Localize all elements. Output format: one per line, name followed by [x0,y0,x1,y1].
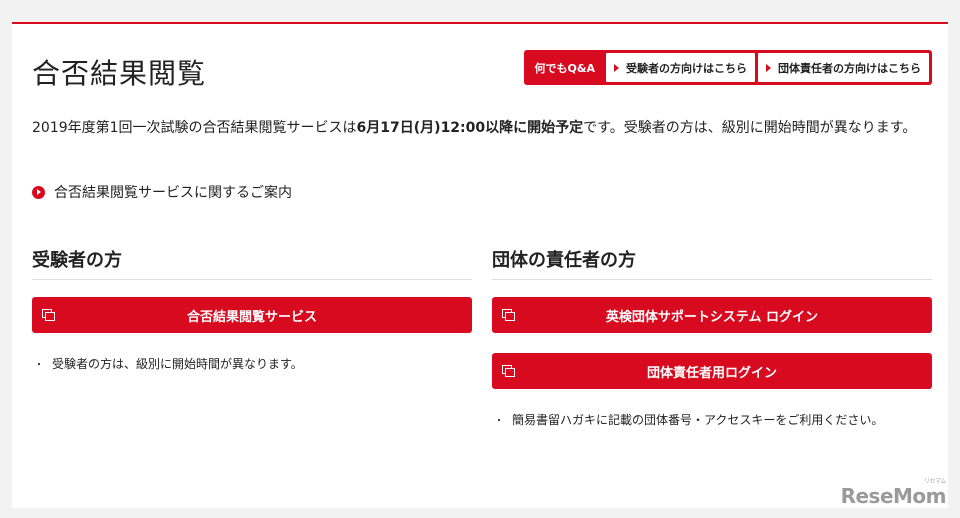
examinee-note-text: 受験者の方は、級別に開始時間が異なります。 [52,357,303,371]
group-leader-login-label: 団体責任者用ログイン [646,365,777,381]
group-link-label: 団体責任者の方向けはこちら [778,61,921,75]
content-panel: 合否結果閲覧 何でもQ&A 受験者の方向けはこちら 団体責任者の方向けはこちら … [12,22,948,508]
group-link[interactable]: 団体責任者の方向けはこちら [758,53,929,82]
intro-part1: 2019年度第1回一次試験の合否結果閲覧サービスは [32,120,357,136]
group-heading: 団体の責任者の方 [492,246,932,280]
triangle-arrow-icon [766,63,771,72]
resemom-logo-text: ReseMom [840,484,947,508]
intro-part2: です。受験者の方は、級別に開始時間が異なります。 [583,120,917,136]
resemom-logo: リセマム ReseMom [840,478,947,508]
intro-date: 6月17日(月)12:00以降に開始予定 [356,120,584,136]
circle-arrow-icon [32,185,45,199]
support-system-login-button[interactable]: 英検団体サポートシステム ログイン [492,297,932,333]
qa-link[interactable]: 何でもQ&A [527,60,603,76]
group-note: ・ 簡易書留ハガキに記載の団体番号・アクセスキーをご利用ください。 [492,411,932,428]
resemom-logo-small: リセマム [923,478,947,485]
window-icon [42,309,55,321]
group-note-text: 簡易書留ハガキに記載の団体番号・アクセスキーをご利用ください。 [512,413,884,427]
triangle-arrow-icon [614,63,619,72]
support-system-login-label: 英検団体サポートシステム ログイン [605,309,819,325]
bullet-icon: ・ [494,416,504,427]
examinee-note: ・ 受験者の方は、級別に開始時間が異なります。 [32,355,472,372]
examinee-heading: 受験者の方 [32,246,472,280]
top-links-bar: 何でもQ&A 受験者の方向けはこちら 団体責任者の方向けはこちら [523,50,932,85]
group-section: 団体の責任者の方 英検団体サポートシステム ログイン 団体責任者用ログイン ・ … [492,246,932,428]
result-view-button[interactable]: 合否結果閲覧サービス [32,297,472,333]
guide-link-label: 合否結果閲覧サービスに関するご案内 [54,185,292,201]
window-icon [502,309,515,321]
examinee-link-label: 受験者の方向けはこちら [626,61,747,75]
page-title: 合否結果閲覧 [32,57,207,90]
window-icon [502,365,515,377]
guide-link[interactable]: 合否結果閲覧サービスに関するご案内 [32,182,292,202]
examinee-link[interactable]: 受験者の方向けはこちら [606,53,755,82]
result-view-button-label: 合否結果閲覧サービス [186,309,317,325]
intro-text: 2019年度第1回一次試験の合否結果閲覧サービスは6月17日(月)12:00以降… [32,112,932,144]
examinee-section: 受験者の方 合否結果閲覧サービス ・ 受験者の方は、級別に開始時間が異なります。 [32,246,472,372]
group-leader-login-button[interactable]: 団体責任者用ログイン [492,353,932,389]
bullet-icon: ・ [34,360,44,371]
